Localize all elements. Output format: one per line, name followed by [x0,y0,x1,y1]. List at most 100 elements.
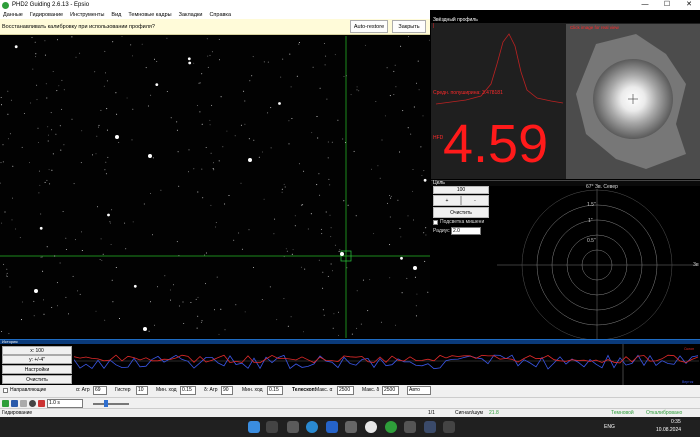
history-x-scale-select[interactable]: x: 100 [2,346,72,355]
hyst-label: Гистер [115,387,131,393]
start-icon[interactable] [248,421,260,433]
direction-checkbox[interactable] [3,388,8,393]
window-title: PHD2 Guiding 2.6.13 - Epsio [12,2,90,8]
direction-label: Направляющие [10,387,47,393]
history-y-scale-select[interactable]: y: +/-4" [2,355,72,364]
radius-label: Радиус [433,228,450,234]
target-plot [497,189,697,341]
camera-image[interactable] [0,36,430,338]
dec-min-move-input[interactable]: 0.15 [267,386,283,395]
status-bar: Гидирование 1/1 Сигнал/шум 21.8 Темновой… [0,408,700,417]
target-zoom-out-button[interactable]: - [461,195,489,206]
clock-date[interactable]: 10.08.2024 [656,427,681,433]
target-panel: Цель 100 + - Очистить Подсветка мишени Р… [431,180,700,341]
history-clear-button[interactable]: Очистить [2,375,72,384]
notice-message: Восстанавливать калибровку при использов… [2,24,155,30]
guide-params-row: Направляющие α: Агр 69 Гистер 10 Мин. хо… [0,385,700,397]
auto-restore-button[interactable]: Auto-restore [350,20,388,33]
exposure-select[interactable]: 1.0 s [47,399,83,408]
minimize-button[interactable]: — [634,0,656,10]
brain-settings-icon[interactable] [38,400,45,407]
snr-label: Сигнал/шум [455,410,483,416]
menu-view[interactable]: Вид [111,12,121,18]
menu-bar: Данные Гидирование Инструменты Вид Темно… [0,10,430,19]
ra-legend: Вертик [682,380,694,384]
calibration-status: Откалибровано [646,410,683,416]
max-ra-input[interactable]: 2500 [337,386,354,395]
maximize-button[interactable]: ☐ [656,0,678,10]
loop-button-icon[interactable] [11,400,18,407]
target-zoom-in-button[interactable]: + [433,195,461,206]
dec-legend: Склон [684,347,695,351]
star-thumbnail[interactable]: Click image for real view [566,24,700,179]
north-angle-label: 67° Зв. Север [586,184,618,190]
profile-scale-label: | [433,23,435,29]
main-toolbar: 1.0 s [0,397,700,408]
status-frame-count: 1/1 [428,410,435,416]
max-ra-label: Макс. α [315,387,333,393]
ra-min-move-input[interactable]: 0.15 [180,386,196,395]
notepad-icon[interactable] [345,421,357,433]
target-clear-button[interactable]: Очистить [433,207,489,218]
clock-time[interactable]: 0:35 [671,419,681,425]
gamma-slider[interactable] [93,403,129,405]
dec-min-move-label: Мин. ход [242,387,263,393]
history-settings-button[interactable]: Настройки [2,365,72,374]
notice-close-button[interactable]: Закрыть [392,20,426,33]
widgets-icon[interactable] [287,421,299,433]
camera-connect-icon[interactable] [29,400,36,407]
task-view-icon[interactable] [266,421,278,433]
radius-input[interactable]: 2.0 [451,227,481,235]
title-bar: PHD2 Guiding 2.6.13 - Epsio — ☐ ✕ [0,0,700,10]
app-icon[interactable] [443,421,455,433]
phd2-taskbar-icon[interactable] [385,421,397,433]
menu-guiding[interactable]: Гидирование [30,12,63,18]
max-dec-input[interactable]: 2500 [382,386,399,395]
menu-tools[interactable]: Инструменты [70,12,104,18]
highlight-label: Подсветка мишени [440,219,485,225]
hfd-label: HFD [433,135,444,141]
ring-label-2: 1" [588,218,593,224]
star-thumbnail-image [566,24,700,179]
windows-taskbar: ENG 0:35 10.08.2024 [0,417,700,437]
menu-data[interactable]: Данные [3,12,23,18]
star-field-canvas [0,36,430,338]
telegram-icon[interactable] [306,421,318,433]
highlight-checkbox[interactable] [433,220,438,225]
max-dec-label: Макс. δ [362,387,380,393]
east-label: Зв [693,262,699,268]
edge-icon[interactable] [326,421,338,433]
phd2-logo-icon [2,1,9,9]
ra-aggr-label: α: Агр [76,387,90,393]
gamma-slider-thumb[interactable] [104,400,108,407]
profile-header: Звёздный профиль [431,17,700,23]
stellarium-icon[interactable] [404,421,416,433]
calibration-notice-bar: Восстанавливать калибровку при использов… [0,19,430,35]
yandex-browser-icon[interactable] [365,421,377,433]
hyst-input[interactable]: 10 [136,386,148,395]
history-graph [74,344,699,386]
history-panel: История x: 100 y: +/-4" Настройки Очисти… [0,339,700,386]
profile-graph [435,33,564,105]
language-indicator[interactable]: ENG [604,424,615,430]
dec-aggr-input[interactable]: 90 [221,386,233,395]
menu-help[interactable]: Справка [209,12,231,18]
dark-status: Темновой [611,410,634,416]
thumbnail-overlay-text: Click image for real view [570,25,619,30]
ra-aggr-input[interactable]: 69 [93,386,107,395]
target-scale-select[interactable]: 100 [433,186,489,194]
ring-label-1: 1.5" [587,202,596,208]
status-state: Гидирование [2,410,33,416]
guide-mode-select[interactable]: Авто [407,386,431,395]
snr-value: 21.8 [489,410,499,416]
scope-label: Телескоп: [292,387,317,393]
window-controls: — ☐ ✕ [634,0,700,10]
close-button[interactable]: ✕ [678,0,700,10]
ra-min-move-label: Мин. ход [156,387,177,393]
menu-darks[interactable]: Темновые кадры [128,12,171,18]
menu-bookmarks[interactable]: Закладки [179,12,203,18]
guide-button-icon[interactable] [2,400,9,407]
stop-button-icon[interactable] [20,400,27,407]
nina-icon[interactable] [424,421,436,433]
ring-label-3: 0.5" [587,238,596,244]
